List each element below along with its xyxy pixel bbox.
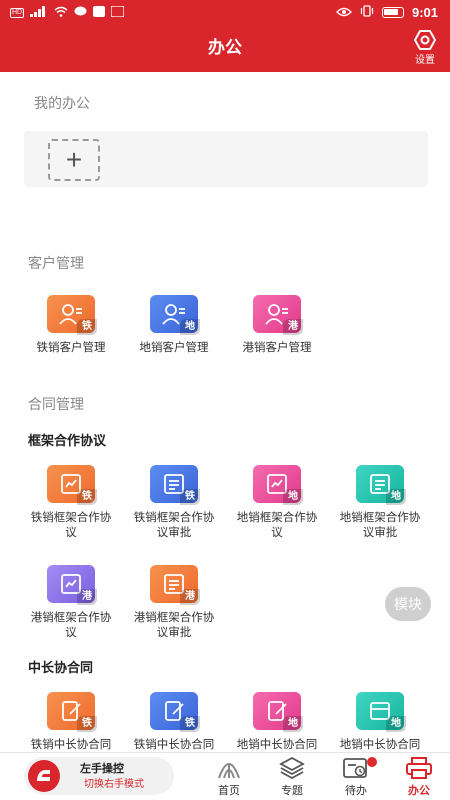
badge: 铁: [180, 716, 200, 732]
item-label: 地销客户管理: [139, 342, 209, 354]
tab-label: 待办: [345, 785, 367, 797]
long-term-item-rail-2[interactable]: 铁 铁销中长协合同: [124, 692, 224, 753]
badge: 地: [283, 716, 303, 732]
tab-label: 办公: [408, 785, 430, 797]
badge: 港: [180, 589, 200, 605]
left-hand-title: 左手操控: [80, 763, 124, 775]
item-label: 铁销框架合作协: [133, 512, 215, 524]
long-term-item-land[interactable]: 地 地销中长协合同: [227, 692, 327, 753]
document-list-icon: 地: [356, 465, 406, 505]
item-label: 地销中长协合同: [339, 739, 421, 751]
app-logo-icon: [28, 760, 60, 792]
item-label: 港销框架合作协: [133, 612, 215, 624]
app-notification-icon: [93, 6, 105, 20]
module-float-button[interactable]: 模块: [385, 587, 431, 621]
tab-label: 专题: [281, 785, 303, 797]
badge: 地: [386, 489, 406, 505]
my-office-label: 我的办公: [34, 95, 90, 111]
item-label: 铁销中长协合同: [133, 739, 215, 751]
document-list-icon: 铁: [150, 465, 200, 505]
settings-icon: [414, 30, 436, 50]
badge: 地: [386, 716, 406, 732]
item-label-2: 议: [65, 527, 77, 539]
tab-todo[interactable]: 待办: [331, 756, 381, 798]
item-label: 地销中长协合同: [236, 739, 318, 751]
tab-home[interactable]: 首页: [204, 756, 254, 798]
settings-label: 设置: [415, 55, 435, 66]
framework-item-rail[interactable]: 铁 铁销框架合作协议: [21, 465, 121, 541]
contract-sign-icon: 铁: [47, 692, 97, 732]
calendar-clock-icon: [343, 758, 367, 778]
layers-icon: [279, 756, 305, 780]
wifi-icon: [54, 6, 68, 20]
hd-icon: HD: [10, 8, 24, 18]
customer-rail-icon: 铁: [47, 295, 97, 335]
long-term-item-rail[interactable]: 铁 铁销中长协合同: [21, 692, 121, 753]
long-term-contract-label: 中长协合同: [28, 660, 94, 675]
add-shortcut-button[interactable]: +: [48, 139, 100, 181]
battery-icon: [381, 7, 404, 18]
framework-agreement-label: 框架合作协议: [28, 433, 107, 448]
message-icon: [74, 6, 87, 20]
status-time: 9:01: [411, 5, 438, 20]
framework-item-port[interactable]: 港 港销框架合作协议: [21, 565, 121, 641]
printer-icon: [406, 757, 432, 779]
framework-item-rail-approval[interactable]: 铁 铁销框架合作协 议审批: [124, 465, 224, 541]
item-label-2: 议: [271, 527, 283, 539]
item-label: 港销客户管理: [242, 342, 312, 354]
framework-item-port-approval[interactable]: 港 港销框架合作协 议审批: [124, 565, 224, 641]
item-label-2: 议审批: [156, 627, 192, 639]
customer-port-icon: 港: [253, 295, 303, 335]
signal-icon: [30, 6, 48, 20]
badge: 港: [77, 589, 97, 605]
customer-management-label: 客户管理: [28, 255, 84, 271]
app-header: HD 9:01 办公 设置: [0, 0, 450, 72]
contract-box-icon: 地: [356, 692, 406, 732]
tab-office[interactable]: 办公: [394, 756, 444, 798]
contract-management-label: 合同管理: [28, 396, 84, 412]
document-chart-icon: 地: [253, 465, 303, 505]
settings-button[interactable]: 设置: [412, 30, 438, 66]
badge: 铁: [77, 489, 97, 505]
item-label: 铁销框架合作协: [30, 512, 112, 524]
framework-item-land-approval[interactable]: 地 地销框架合作协 议审批: [330, 465, 430, 541]
contract-sign-icon: 铁: [150, 692, 200, 732]
status-bar: HD 9:01: [0, 0, 450, 26]
document-chart-icon: 铁: [47, 465, 97, 505]
badge: 地: [283, 489, 303, 505]
long-term-item-land-2[interactable]: 地 地销中长协合同: [330, 692, 430, 753]
contract-sign-icon: 地: [253, 692, 303, 732]
badge: 铁: [180, 489, 200, 505]
item-label: 铁销中长协合同: [30, 739, 112, 751]
customer-item-port[interactable]: 港 港销客户管理: [227, 295, 327, 356]
tab-label: 首页: [218, 785, 240, 797]
customer-land-icon: 地: [150, 295, 200, 335]
notification-dot: [367, 757, 377, 767]
cloud-icon: [110, 5, 125, 20]
item-label: 铁销客户管理: [36, 342, 106, 354]
framework-item-land[interactable]: 地 地销框架合作协议: [227, 465, 327, 541]
home-icon: [218, 763, 240, 779]
left-hand-mode-toggle[interactable]: 左手操控 切换右手模式: [24, 757, 174, 795]
item-label-2: 议审批: [156, 527, 192, 539]
item-label: 港销框架合作协: [30, 612, 112, 624]
page-title: 办公: [208, 38, 242, 57]
item-label: 地销框架合作协: [339, 512, 421, 524]
document-chart-icon: 港: [47, 565, 97, 605]
item-label-2: 议审批: [362, 527, 398, 539]
badge: 铁: [77, 716, 97, 732]
item-label: 地销框架合作协: [236, 512, 318, 524]
customer-item-land[interactable]: 地 地销客户管理: [124, 295, 224, 356]
badge: 港: [283, 319, 303, 335]
customer-item-rail[interactable]: 铁 铁销客户管理: [21, 295, 121, 356]
vibrate-icon: [360, 5, 374, 20]
badge: 铁: [77, 319, 97, 335]
switch-right-hand-text: 切换右手模式: [84, 779, 144, 790]
badge: 地: [180, 319, 200, 335]
item-label-2: 议: [65, 627, 77, 639]
tab-topics[interactable]: 专题: [267, 756, 317, 798]
document-list-icon: 港: [150, 565, 200, 605]
eye-icon: [336, 6, 352, 20]
